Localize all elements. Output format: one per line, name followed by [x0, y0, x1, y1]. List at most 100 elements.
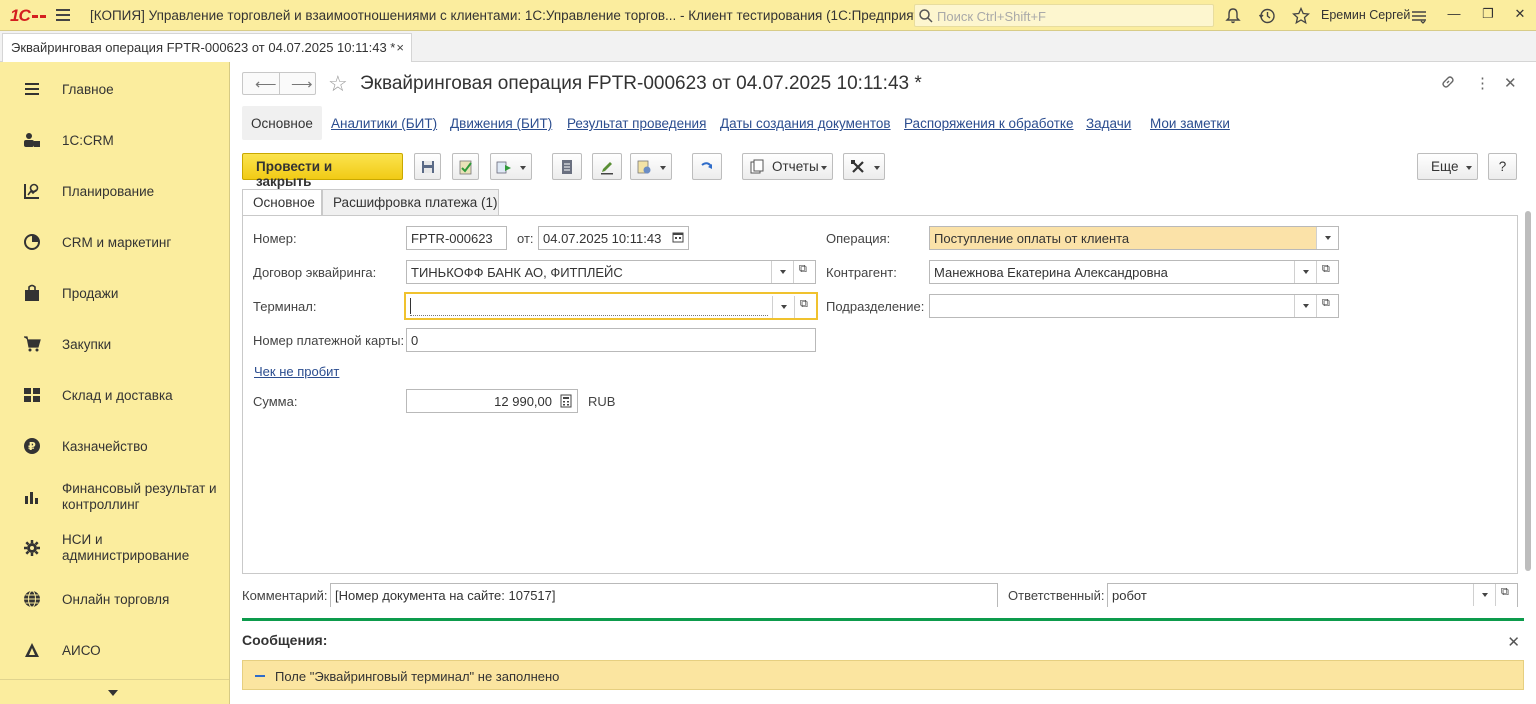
sidebar-item-label: Закупки [62, 337, 112, 352]
sidebar-item-label: 1С:CRM [62, 133, 114, 148]
user-name[interactable]: Еремин Сергей [1321, 8, 1410, 22]
ruble-icon: ₽ [24, 438, 40, 454]
contract-field[interactable]: ТИНЬКОФФ БАНК АО, ФИТПЛЕЙС ⧉ [406, 260, 816, 284]
settings-menu-icon[interactable] [1410, 7, 1428, 25]
favorite-star-icon[interactable]: ☆ [328, 71, 348, 97]
terminal-field[interactable]: ⧉ [404, 292, 818, 320]
restore-icon[interactable]: ❐ [1478, 6, 1498, 24]
sidebar-item-warehouse[interactable]: Склад и доставка [0, 373, 229, 417]
link-icon[interactable] [1440, 74, 1456, 90]
search-input[interactable]: Поиск Ctrl+Shift+F [914, 4, 1214, 27]
counterparty-open-icon[interactable]: ⧉ [1316, 261, 1338, 283]
more-vertical-icon[interactable]: ⋮ [1475, 74, 1490, 92]
date-field[interactable]: 04.07.2025 10:11:43 [538, 226, 689, 250]
section-tasks[interactable]: Задачи [1077, 106, 1140, 140]
section-analytics[interactable]: Аналитики (БИТ) [322, 106, 446, 140]
comment-field[interactable]: [Номер документа на сайте: 107517] [330, 583, 998, 607]
print-button[interactable] [630, 153, 672, 180]
responsible-dropdown[interactable] [1473, 584, 1495, 606]
check-not-printed-link[interactable]: Чек не пробит [254, 364, 339, 379]
currency-label: RUB [588, 394, 616, 409]
terminal-open-icon[interactable]: ⧉ [794, 296, 816, 318]
go-button[interactable] [692, 153, 722, 180]
sidebar-item-online[interactable]: Онлайн торговля [0, 577, 229, 621]
department-field[interactable]: ⧉ [929, 294, 1339, 318]
chevron-down-icon[interactable] [108, 690, 118, 696]
responsible-field[interactable]: робот ⧉ [1107, 583, 1518, 607]
form-scrollbar[interactable] [1523, 197, 1533, 597]
department-dropdown[interactable] [1294, 295, 1316, 317]
history-icon[interactable] [1258, 7, 1276, 25]
journal-button[interactable] [552, 153, 582, 180]
counterparty-label: Контрагент: [826, 265, 897, 280]
department-open-icon[interactable]: ⧉ [1316, 295, 1338, 317]
calendar-icon[interactable] [672, 231, 684, 243]
number-field[interactable]: FPTR-000623 [406, 226, 507, 250]
post-and-close-button[interactable]: Провести и закрыть [242, 153, 403, 189]
section-orders[interactable]: Распоряжения к обработке [895, 106, 1083, 140]
help-button[interactable]: ? [1488, 153, 1517, 180]
messages-panel: Сообщения: ✕ [242, 618, 1524, 651]
section-main[interactable]: Основное [242, 106, 322, 140]
card-number-field[interactable]: 0 [406, 328, 816, 352]
counterparty-field[interactable]: Манежнова Екатерина Александровна ⧉ [929, 260, 1339, 284]
gear-icon [24, 540, 40, 556]
counterparty-value: Манежнова Екатерина Александровна [934, 265, 1168, 280]
create-based-on-button[interactable] [490, 153, 532, 180]
sidebar-item-label: CRM и маркетинг [62, 235, 172, 250]
edit-button[interactable] [592, 153, 622, 180]
main-menu-icon[interactable] [56, 9, 70, 21]
favorites-star-icon[interactable] [1292, 7, 1310, 25]
bell-icon[interactable] [1224, 7, 1242, 25]
section-posting-result[interactable]: Результат проведения [558, 106, 715, 140]
tab-close-icon[interactable]: × [396, 40, 404, 55]
open-windows-bar: Эквайринговая операция FPTR-000623 от 04… [0, 31, 1536, 62]
operation-field[interactable]: Поступление оплаты от клиента [929, 226, 1339, 250]
text-cursor [410, 298, 411, 314]
contract-open-icon[interactable]: ⧉ [793, 261, 815, 283]
section-creation-dates[interactable]: Даты создания документов [711, 106, 900, 140]
tab-main[interactable]: Основное [242, 189, 322, 216]
tab-document-label: Эквайринговая операция FPTR-000623 от 04… [11, 40, 396, 55]
minimize-icon[interactable]: — [1444, 6, 1464, 24]
more-button[interactable]: Еще [1417, 153, 1478, 180]
close-window-icon[interactable]: ✕ [1510, 6, 1530, 24]
contract-dropdown[interactable] [771, 261, 793, 283]
sidebar-item-main[interactable]: Главное [0, 67, 229, 111]
section-notes[interactable]: Мои заметки [1141, 106, 1239, 140]
tab-document[interactable]: Эквайринговая операция FPTR-000623 от 04… [2, 33, 412, 62]
terminal-dropdown[interactable] [772, 296, 794, 318]
sidebar-item-crm[interactable]: 1С:CRM [0, 118, 229, 162]
section-movements[interactable]: Движения (БИТ) [441, 106, 561, 140]
sidebar-item-crm-marketing[interactable]: CRM и маркетинг [0, 220, 229, 264]
back-arrow-icon[interactable]: ⟵ [255, 75, 277, 93]
sidebar-item-planning[interactable]: Планирование [0, 169, 229, 213]
sidebar-item-admin[interactable]: НСИ и администрирование [0, 526, 229, 570]
messages-close-icon[interactable]: ✕ [1507, 633, 1520, 651]
counterparty-dropdown[interactable] [1294, 261, 1316, 283]
save-button[interactable] [414, 153, 441, 180]
sidebar-item-finance[interactable]: Финансовый результат и контроллинг [0, 475, 229, 519]
sidebar-item-label: Финансовый результат и контроллинг [62, 481, 217, 512]
responsible-open-icon[interactable]: ⧉ [1495, 584, 1517, 606]
sidebar-item-purchases[interactable]: Закупки [0, 322, 229, 366]
sidebar-item-sales[interactable]: Продажи [0, 271, 229, 315]
operation-value: Поступление оплаты от клиента [934, 231, 1130, 246]
globe-icon [24, 590, 40, 608]
sidebar-item-label: Главное [62, 82, 114, 97]
reports-button[interactable]: Отчеты [742, 153, 833, 180]
post-icon [459, 160, 472, 175]
tab-payment-details[interactable]: Расшифровка платежа (1) [322, 189, 499, 216]
card-label: Номер платежной карты: [253, 333, 405, 348]
sidebar-item-aiso[interactable]: АИСО [0, 628, 229, 672]
tools-button[interactable] [843, 153, 885, 180]
sum-field[interactable]: 12 990,00 [406, 389, 578, 413]
message-item[interactable]: Поле "Эквайринговый терминал" не заполне… [242, 660, 1524, 690]
close-form-icon[interactable]: ✕ [1504, 74, 1517, 92]
sidebar-item-treasury[interactable]: ₽ Казначейство [0, 424, 229, 468]
app-logo[interactable]: 1С [10, 6, 46, 26]
calculator-icon[interactable] [560, 394, 572, 408]
post-button[interactable] [452, 153, 479, 180]
forward-arrow-icon[interactable]: ⟶ [291, 75, 313, 93]
operation-dropdown[interactable] [1316, 227, 1338, 249]
